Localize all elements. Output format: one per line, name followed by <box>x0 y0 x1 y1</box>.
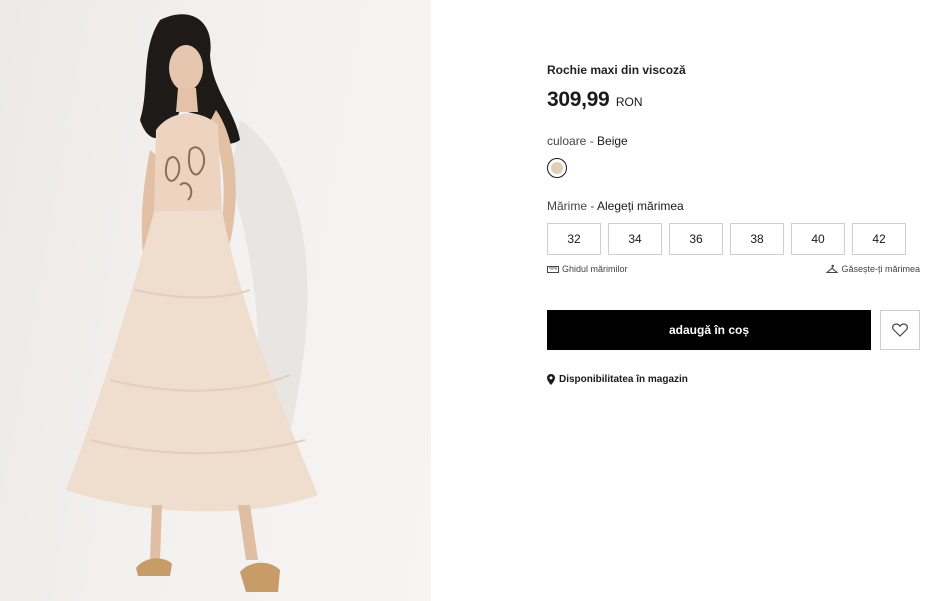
location-pin-icon <box>547 374 555 385</box>
color-selected-value: Beige <box>597 134 628 148</box>
size-guide-link[interactable]: Ghidul mărimilor <box>547 264 628 274</box>
add-to-cart-button[interactable]: adaugă în coș <box>547 310 871 350</box>
product-title: Rochie maxi din viscoză <box>547 63 686 77</box>
size-links: Ghidul mărimilor Găsește-ți mărimea <box>547 264 920 278</box>
product-illustration <box>66 14 318 592</box>
size-option[interactable]: 40 <box>791 223 845 255</box>
hanger-icon <box>826 264 839 274</box>
color-swatch-dot <box>551 162 563 174</box>
find-size-link[interactable]: Găsește-ți mărimea <box>826 264 920 274</box>
size-option[interactable]: 34 <box>608 223 662 255</box>
product-price: 309,99 RON <box>547 88 643 112</box>
store-availability-label: Disponibilitatea în magazin <box>559 374 688 385</box>
size-selected-value: Alegeți mărimea <box>597 199 684 213</box>
color-label: culoare - Beige <box>547 134 628 148</box>
size-guide-label: Ghidul mărimilor <box>562 264 628 274</box>
color-swatch-beige[interactable] <box>547 158 567 178</box>
size-label-prefix: Mărime - <box>547 199 598 213</box>
size-option[interactable]: 42 <box>852 223 906 255</box>
product-photo[interactable] <box>0 0 431 601</box>
find-size-label: Găsește-ți mărimea <box>841 264 920 274</box>
size-label: Mărime - Alegeți mărimea <box>547 199 684 213</box>
price-amount: 309,99 <box>547 88 610 111</box>
size-option[interactable]: 36 <box>669 223 723 255</box>
heart-icon <box>892 323 908 337</box>
wishlist-button[interactable] <box>880 310 920 350</box>
size-options: 32 34 36 38 40 42 <box>547 223 906 255</box>
price-currency: RON <box>615 95 643 109</box>
size-option[interactable]: 32 <box>547 223 601 255</box>
size-option[interactable]: 38 <box>730 223 784 255</box>
store-availability-link[interactable]: Disponibilitatea în magazin <box>547 374 688 385</box>
ruler-icon <box>547 265 559 273</box>
color-label-prefix: culoare - <box>547 134 598 148</box>
